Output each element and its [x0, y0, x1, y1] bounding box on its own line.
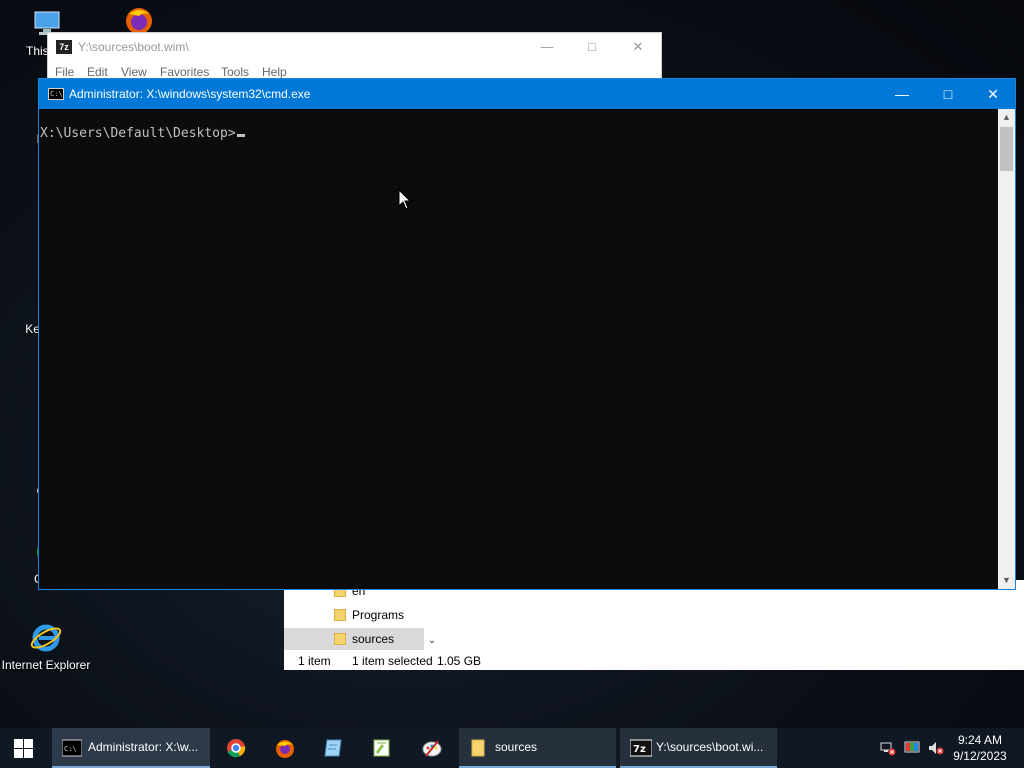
console-output[interactable]: X:\Users\Default\Desktop> — [39, 109, 999, 589]
display-color-icon[interactable] — [904, 740, 920, 756]
7zip-icon: 7z — [56, 40, 72, 54]
menu-favorites[interactable]: Favorites — [160, 65, 209, 79]
window-title: Administrator: X:\windows\system32\cmd.e… — [69, 87, 311, 101]
text-cursor — [236, 134, 245, 137]
command-prompt: X:\Users\Default\Desktop> — [40, 126, 236, 141]
firefox-icon — [275, 738, 295, 758]
status-selected: 1 item selected — [352, 654, 433, 668]
mouse-cursor-icon — [398, 189, 412, 210]
windows-logo-icon — [14, 739, 34, 759]
cmd-icon: C:\ — [48, 88, 64, 100]
7zip-window[interactable]: 7z Y:\sources\boot.wim\ — □ ✕ File Edit … — [47, 32, 662, 84]
taskbar-button-7zip[interactable]: 7z Y:\sources\boot.wi... — [620, 728, 777, 768]
taskbar-button-sources[interactable]: sources — [459, 728, 616, 768]
taskbar-button-cmd[interactable]: C:\ Administrator: X:\w... — [52, 728, 210, 768]
volume-muted-icon[interactable] — [928, 740, 944, 756]
cmd-icon: C:\ — [61, 739, 83, 757]
taskbar-button-label: sources — [495, 740, 538, 754]
tree-item-programs[interactable]: Programs — [284, 604, 424, 626]
tree-item-label: sources — [352, 632, 395, 646]
close-button[interactable]: ✕ — [615, 33, 661, 61]
taskbar-pin-notepadplusplus[interactable] — [358, 728, 406, 768]
vertical-scrollbar[interactable]: ▲ ▼ — [998, 109, 1015, 589]
close-button[interactable]: ✕ — [970, 79, 1016, 109]
clock-time: 9:24 AM — [957, 733, 1003, 747]
taskbar-button-label: Administrator: X:\w... — [88, 740, 199, 754]
maximize-button[interactable]: □ — [569, 33, 615, 61]
folder-icon — [334, 633, 346, 645]
window-title: Y:\sources\boot.wim\ — [78, 40, 189, 54]
menu-tools[interactable]: Tools — [221, 65, 249, 79]
7zip-titlebar[interactable]: 7z Y:\sources\boot.wim\ — □ ✕ — [48, 33, 661, 61]
chevron-down-icon[interactable]: ⌄ — [424, 632, 440, 650]
paint-icon — [422, 738, 442, 758]
taskbar-pin-notepad[interactable] — [309, 728, 357, 768]
tree-item-sources[interactable]: sources — [284, 628, 424, 650]
maximize-button[interactable]: □ — [925, 79, 971, 109]
7zip-icon: 7z — [629, 739, 653, 757]
desktop-icon-label: Internet Explorer — [1, 658, 91, 672]
scroll-up-icon[interactable]: ▲ — [998, 109, 1015, 126]
notepad-icon — [323, 738, 343, 758]
taskbar-button-label: Y:\sources\boot.wi... — [656, 740, 764, 754]
taskbar-pin-firefox[interactable] — [261, 728, 309, 768]
minimize-button[interactable]: — — [879, 79, 925, 109]
scroll-down-icon[interactable]: ▼ — [998, 572, 1015, 589]
menu-view[interactable]: View — [121, 65, 147, 79]
taskbar-pin-chrome[interactable] — [212, 728, 260, 768]
cmd-titlebar[interactable]: C:\ Administrator: X:\windows\system32\c… — [39, 79, 1015, 109]
desktop-icon-internet-explorer[interactable]: Internet Explorer — [1, 622, 91, 672]
explorer-window[interactable]: en Programs sources ⌄ 1 item 1 item sele… — [284, 580, 1024, 670]
menu-file[interactable]: File — [55, 65, 74, 79]
network-disconnected-icon[interactable] — [880, 740, 896, 756]
folder-icon — [469, 739, 489, 757]
status-bar: 1 item 1 item selected 1.05 GB — [284, 652, 1024, 670]
clock-date: 9/12/2023 — [953, 749, 1007, 763]
notepadplusplus-icon — [372, 738, 392, 758]
status-size: 1.05 GB — [437, 654, 482, 668]
taskbar-pin-paint[interactable] — [408, 728, 456, 768]
start-button[interactable] — [0, 728, 48, 768]
taskbar: C:\ Administrator: X:\w... sources 7z Y:… — [0, 728, 1024, 768]
svg-text:C:\: C:\ — [64, 745, 77, 753]
status-item-count: 1 item — [298, 654, 331, 668]
menu-edit[interactable]: Edit — [87, 65, 108, 79]
folder-icon — [334, 609, 346, 621]
chrome-icon — [226, 738, 246, 758]
menu-help[interactable]: Help — [262, 65, 287, 79]
cmd-window[interactable]: C:\ Administrator: X:\windows\system32\c… — [38, 78, 1016, 590]
svg-text:7z: 7z — [633, 744, 646, 755]
tree-item-label: Programs — [352, 608, 405, 622]
taskbar-clock[interactable]: 9:24 AM 9/12/2023 — [948, 732, 1012, 764]
scroll-thumb[interactable] — [1000, 127, 1013, 171]
minimize-button[interactable]: — — [524, 33, 570, 61]
navigation-tree[interactable]: en Programs sources ⌄ — [284, 580, 440, 652]
internet-explorer-icon — [30, 622, 62, 654]
